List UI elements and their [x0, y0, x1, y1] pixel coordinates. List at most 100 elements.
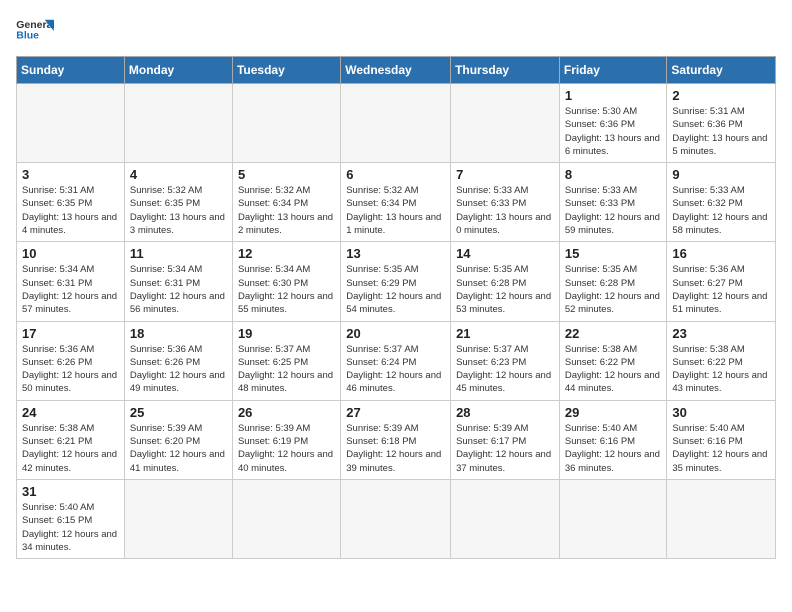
- day-number: 30: [672, 405, 770, 420]
- day-info: Sunrise: 5:37 AM Sunset: 6:24 PM Dayligh…: [346, 343, 445, 396]
- day-info: Sunrise: 5:32 AM Sunset: 6:35 PM Dayligh…: [130, 184, 227, 237]
- calendar-day-cell: 6 Sunrise: 5:32 AM Sunset: 6:34 PM Daylig…: [341, 163, 451, 242]
- day-number: 26: [238, 405, 335, 420]
- day-number: 8: [565, 167, 662, 182]
- day-number: 28: [456, 405, 554, 420]
- day-info: Sunrise: 5:35 AM Sunset: 6:28 PM Dayligh…: [456, 263, 554, 316]
- day-info: Sunrise: 5:39 AM Sunset: 6:18 PM Dayligh…: [346, 422, 445, 475]
- day-number: 25: [130, 405, 227, 420]
- calendar-day-cell: 9Sunrise: 5:33 AM Sunset: 6:32 PM Daylig…: [667, 163, 776, 242]
- calendar-day-cell: [232, 479, 340, 558]
- calendar-day-cell: 3 Sunrise: 5:31 AM Sunset: 6:35 PM Daylig…: [17, 163, 125, 242]
- calendar-week-row: 31Sunrise: 5:40 AM Sunset: 6:15 PM Dayli…: [17, 479, 776, 558]
- header: General Blue: [16, 16, 776, 46]
- weekday-header-row: SundayMondayTuesdayWednesdayThursdayFrid…: [17, 57, 776, 84]
- calendar-day-cell: 19Sunrise: 5:37 AM Sunset: 6:25 PM Dayli…: [232, 321, 340, 400]
- day-info: Sunrise: 5:32 AM Sunset: 6:34 PM Dayligh…: [238, 184, 335, 237]
- day-number: 6: [346, 167, 445, 182]
- calendar-day-cell: 16Sunrise: 5:36 AM Sunset: 6:27 PM Dayli…: [667, 242, 776, 321]
- day-info: Sunrise: 5:38 AM Sunset: 6:22 PM Dayligh…: [672, 343, 770, 396]
- weekday-header-wednesday: Wednesday: [341, 57, 451, 84]
- calendar-day-cell: 1Sunrise: 5:30 AM Sunset: 6:36 PM Daylig…: [559, 84, 667, 163]
- day-info: Sunrise: 5:31 AM Sunset: 6:35 PM Dayligh…: [22, 184, 119, 237]
- day-number: 12: [238, 246, 335, 261]
- weekday-header-monday: Monday: [124, 57, 232, 84]
- calendar-week-row: 10 Sunrise: 5:34 AM Sunset: 6:31 PM Dayli…: [17, 242, 776, 321]
- calendar-day-cell: [341, 479, 451, 558]
- calendar-day-cell: 2Sunrise: 5:31 AM Sunset: 6:36 PM Daylig…: [667, 84, 776, 163]
- calendar-day-cell: 31Sunrise: 5:40 AM Sunset: 6:15 PM Dayli…: [17, 479, 125, 558]
- day-info: Sunrise: 5:38 AM Sunset: 6:21 PM Dayligh…: [22, 422, 119, 475]
- calendar-day-cell: 10Sunrise: 5:34 AM Sunset: 6:31 PM Dayli…: [17, 242, 125, 321]
- calendar-table: SundayMondayTuesdayWednesdayThursdayFrid…: [16, 56, 776, 559]
- calendar-day-cell: [124, 479, 232, 558]
- weekday-header-tuesday: Tuesday: [232, 57, 340, 84]
- day-number: 7: [456, 167, 554, 182]
- calendar-day-cell: 14Sunrise: 5:35 AM Sunset: 6:28 PM Dayli…: [451, 242, 560, 321]
- day-info: Sunrise: 5:39 AM Sunset: 6:17 PM Dayligh…: [456, 422, 554, 475]
- calendar-week-row: 3 Sunrise: 5:31 AM Sunset: 6:35 PM Daylig…: [17, 163, 776, 242]
- calendar-day-cell: 25Sunrise: 5:39 AM Sunset: 6:20 PM Dayli…: [124, 400, 232, 479]
- day-info: Sunrise: 5:30 AM Sunset: 6:36 PM Dayligh…: [565, 105, 662, 158]
- weekday-header-saturday: Saturday: [667, 57, 776, 84]
- calendar-day-cell: 29 Sunrise: 5:40 AM Sunset: 6:16 PM Dayli…: [559, 400, 667, 479]
- day-number: 17: [22, 326, 119, 341]
- calendar-day-cell: 11 Sunrise: 5:34 AM Sunset: 6:31 PM Dayli…: [124, 242, 232, 321]
- day-number: 11: [130, 246, 227, 261]
- calendar-day-cell: 13Sunrise: 5:35 AM Sunset: 6:29 PM Dayli…: [341, 242, 451, 321]
- calendar-day-cell: [559, 479, 667, 558]
- calendar-day-cell: 20 Sunrise: 5:37 AM Sunset: 6:24 PM Dayli…: [341, 321, 451, 400]
- day-number: 4: [130, 167, 227, 182]
- day-info: Sunrise: 5:32 AM Sunset: 6:34 PM Dayligh…: [346, 184, 445, 237]
- day-info: Sunrise: 5:35 AM Sunset: 6:28 PM Dayligh…: [565, 263, 662, 316]
- calendar-header: SundayMondayTuesdayWednesdayThursdayFrid…: [17, 57, 776, 84]
- calendar-day-cell: 15 Sunrise: 5:35 AM Sunset: 6:28 PM Dayli…: [559, 242, 667, 321]
- day-number: 24: [22, 405, 119, 420]
- day-info: Sunrise: 5:36 AM Sunset: 6:26 PM Dayligh…: [130, 343, 227, 396]
- day-number: 5: [238, 167, 335, 182]
- calendar-day-cell: 24 Sunrise: 5:38 AM Sunset: 6:21 PM Dayli…: [17, 400, 125, 479]
- logo: General Blue: [16, 16, 54, 46]
- day-info: Sunrise: 5:35 AM Sunset: 6:29 PM Dayligh…: [346, 263, 445, 316]
- calendar-day-cell: 28 Sunrise: 5:39 AM Sunset: 6:17 PM Dayli…: [451, 400, 560, 479]
- calendar-day-cell: [232, 84, 340, 163]
- calendar-day-cell: 7 Sunrise: 5:33 AM Sunset: 6:33 PM Daylig…: [451, 163, 560, 242]
- day-info: Sunrise: 5:33 AM Sunset: 6:33 PM Dayligh…: [565, 184, 662, 237]
- calendar-day-cell: 8 Sunrise: 5:33 AM Sunset: 6:33 PM Daylig…: [559, 163, 667, 242]
- calendar-day-cell: 17Sunrise: 5:36 AM Sunset: 6:26 PM Dayli…: [17, 321, 125, 400]
- day-number: 22: [565, 326, 662, 341]
- weekday-header-sunday: Sunday: [17, 57, 125, 84]
- day-info: Sunrise: 5:39 AM Sunset: 6:19 PM Dayligh…: [238, 422, 335, 475]
- weekday-header-thursday: Thursday: [451, 57, 560, 84]
- day-number: 16: [672, 246, 770, 261]
- calendar-day-cell: 27Sunrise: 5:39 AM Sunset: 6:18 PM Dayli…: [341, 400, 451, 479]
- calendar-day-cell: 21Sunrise: 5:37 AM Sunset: 6:23 PM Dayli…: [451, 321, 560, 400]
- day-number: 9: [672, 167, 770, 182]
- calendar-day-cell: 18Sunrise: 5:36 AM Sunset: 6:26 PM Dayli…: [124, 321, 232, 400]
- calendar-day-cell: [451, 479, 560, 558]
- calendar-day-cell: 30 Sunrise: 5:40 AM Sunset: 6:16 PM Dayli…: [667, 400, 776, 479]
- general-blue-logo-icon: General Blue: [16, 16, 54, 46]
- calendar-day-cell: 12 Sunrise: 5:34 AM Sunset: 6:30 PM Dayli…: [232, 242, 340, 321]
- day-number: 29: [565, 405, 662, 420]
- day-number: 10: [22, 246, 119, 261]
- day-info: Sunrise: 5:34 AM Sunset: 6:30 PM Dayligh…: [238, 263, 335, 316]
- day-info: Sunrise: 5:38 AM Sunset: 6:22 PM Dayligh…: [565, 343, 662, 396]
- day-info: Sunrise: 5:40 AM Sunset: 6:16 PM Dayligh…: [672, 422, 770, 475]
- calendar-week-row: 1Sunrise: 5:30 AM Sunset: 6:36 PM Daylig…: [17, 84, 776, 163]
- day-info: Sunrise: 5:34 AM Sunset: 6:31 PM Dayligh…: [130, 263, 227, 316]
- calendar-day-cell: [124, 84, 232, 163]
- calendar-body: 1Sunrise: 5:30 AM Sunset: 6:36 PM Daylig…: [17, 84, 776, 559]
- day-info: Sunrise: 5:40 AM Sunset: 6:16 PM Dayligh…: [565, 422, 662, 475]
- calendar-day-cell: 4 Sunrise: 5:32 AM Sunset: 6:35 PM Daylig…: [124, 163, 232, 242]
- day-number: 3: [22, 167, 119, 182]
- day-number: 31: [22, 484, 119, 499]
- day-info: Sunrise: 5:33 AM Sunset: 6:33 PM Dayligh…: [456, 184, 554, 237]
- calendar-day-cell: [341, 84, 451, 163]
- calendar-day-cell: 26 Sunrise: 5:39 AM Sunset: 6:19 PM Dayli…: [232, 400, 340, 479]
- day-number: 15: [565, 246, 662, 261]
- calendar-day-cell: [17, 84, 125, 163]
- day-number: 23: [672, 326, 770, 341]
- day-number: 20: [346, 326, 445, 341]
- day-number: 21: [456, 326, 554, 341]
